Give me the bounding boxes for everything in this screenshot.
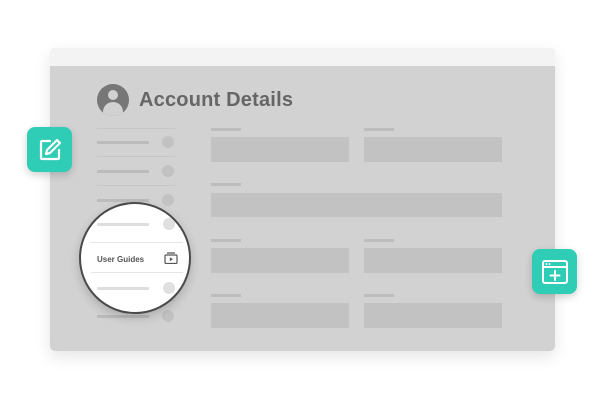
edit-badge[interactable] xyxy=(27,127,72,172)
sidebar-divider xyxy=(97,128,175,129)
form-field[interactable] xyxy=(364,303,502,328)
placeholder-line xyxy=(97,223,149,226)
magnifier-callout: User Guides xyxy=(79,202,191,314)
form-field[interactable] xyxy=(211,303,349,328)
menu-divider xyxy=(91,242,183,243)
field-label xyxy=(364,239,394,242)
user-guides-label[interactable]: User Guides xyxy=(97,255,144,264)
form-field[interactable] xyxy=(364,137,502,162)
field-label xyxy=(364,294,394,297)
form-field[interactable] xyxy=(211,248,349,273)
placeholder-line xyxy=(97,287,149,290)
menu-divider xyxy=(91,272,183,273)
form-field[interactable] xyxy=(211,193,502,217)
sidebar-divider xyxy=(97,156,175,157)
new-window-icon xyxy=(541,259,568,284)
video-icon[interactable] xyxy=(164,252,178,264)
sidebar-divider xyxy=(97,185,175,186)
new-window-badge[interactable] xyxy=(532,249,577,294)
form-field[interactable] xyxy=(364,248,502,273)
field-label xyxy=(211,183,241,186)
page-title: Account Details xyxy=(139,88,294,111)
field-label xyxy=(211,294,241,297)
edit-icon xyxy=(39,138,61,160)
field-label xyxy=(211,239,241,242)
page-header: Account Details xyxy=(97,84,293,116)
form-field[interactable] xyxy=(211,137,349,162)
field-label xyxy=(364,128,394,131)
placeholder-dot xyxy=(163,282,175,294)
placeholder-dot xyxy=(163,218,175,230)
window-titlebar xyxy=(50,48,555,66)
field-label xyxy=(211,128,241,131)
user-avatar-icon xyxy=(97,84,129,116)
